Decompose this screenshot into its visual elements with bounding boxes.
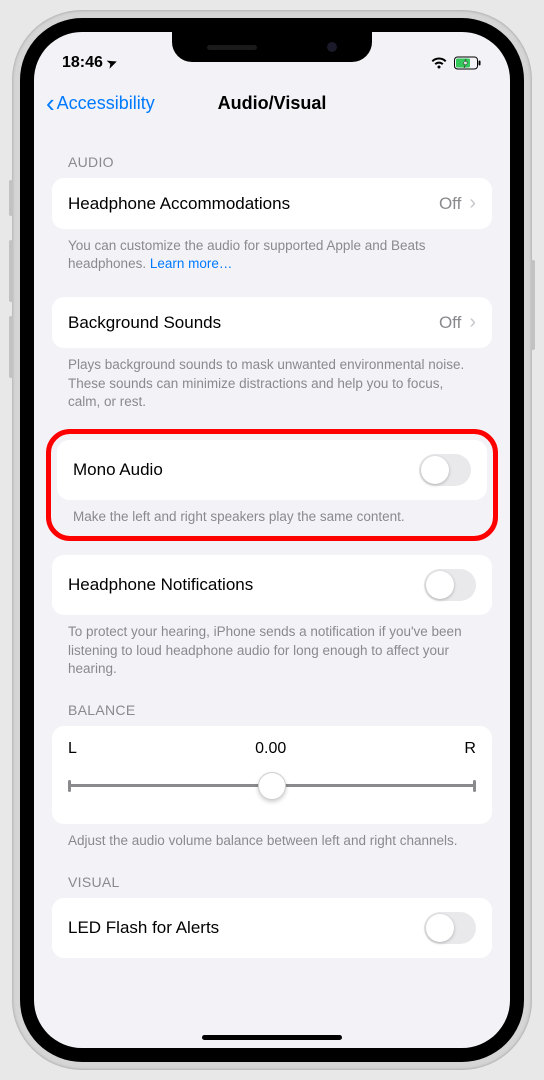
home-indicator[interactable] [202, 1035, 342, 1040]
content-scroll[interactable]: AUDIO Headphone Accommodations Off › You… [34, 130, 510, 1016]
cell-value: Off [439, 194, 461, 214]
volume-down-button [9, 316, 13, 378]
section-header-audio: AUDIO [52, 130, 492, 178]
wifi-icon [430, 56, 448, 70]
chevron-right-icon: › [469, 311, 476, 334]
section-header-visual: VISUAL [52, 850, 492, 898]
status-right [430, 56, 482, 70]
footer-background-sounds: Plays background sounds to mask unwanted… [52, 348, 492, 411]
status-time: 18:46 [62, 54, 103, 72]
row-headphone-accommodations[interactable]: Headphone Accommodations Off › [52, 178, 492, 229]
footer-headphone-notifications: To protect your hearing, iPhone sends a … [52, 615, 492, 678]
footer-balance: Adjust the audio volume balance between … [52, 824, 492, 850]
toggle-knob [426, 571, 454, 599]
toggle-knob [426, 914, 454, 942]
balance-left-label: L [68, 740, 77, 758]
status-left: 18:46 ➤ [62, 54, 117, 72]
cell-label: LED Flash for Alerts [68, 918, 219, 938]
nav-bar: ‹ Accessibility Audio/Visual [34, 80, 510, 130]
phone-frame: 18:46 ➤ [12, 10, 532, 1070]
cell-label: Background Sounds [68, 313, 221, 333]
silent-switch [9, 180, 13, 216]
footer-text-span: You can customize the audio for supporte… [68, 238, 426, 271]
chevron-right-icon: › [469, 192, 476, 215]
chevron-left-icon: ‹ [46, 90, 55, 116]
volume-up-button [9, 240, 13, 302]
toggle-knob [421, 456, 449, 484]
balance-labels: L 0.00 R [68, 740, 476, 758]
front-camera [327, 42, 337, 52]
screen: 18:46 ➤ [34, 32, 510, 1048]
back-label: Accessibility [57, 93, 155, 114]
slider-tick-left [68, 780, 71, 792]
balance-right-label: R [464, 740, 476, 758]
footer-mono-audio: Make the left and right speakers play th… [57, 500, 487, 530]
speaker-grille [207, 45, 257, 50]
location-services-icon: ➤ [105, 55, 119, 72]
learn-more-link[interactable]: Learn more… [150, 256, 233, 271]
cell-label: Mono Audio [73, 460, 163, 480]
slider-knob[interactable] [258, 772, 286, 800]
balance-value: 0.00 [255, 740, 286, 758]
section-header-balance: BALANCE [52, 678, 492, 726]
notch [172, 32, 372, 62]
row-headphone-notifications[interactable]: Headphone Notifications [52, 555, 492, 615]
balance-cell: L 0.00 R [52, 726, 492, 824]
footer-headphone-accommodations: You can customize the audio for supporte… [52, 229, 492, 273]
back-button[interactable]: ‹ Accessibility [46, 90, 155, 116]
led-flash-toggle[interactable] [424, 912, 476, 944]
cell-trailing: Off › [439, 192, 476, 215]
battery-charging-icon [454, 56, 482, 70]
phone-bezel: 18:46 ➤ [20, 18, 524, 1062]
cell-label: Headphone Notifications [68, 575, 253, 595]
slider-tick-right [473, 780, 476, 792]
cell-trailing: Off › [439, 311, 476, 334]
row-mono-audio[interactable]: Mono Audio [57, 440, 487, 500]
balance-slider[interactable] [68, 772, 476, 800]
page-title: Audio/Visual [218, 93, 327, 114]
side-button [531, 260, 535, 350]
row-led-flash[interactable]: LED Flash for Alerts [52, 898, 492, 958]
cell-value: Off [439, 313, 461, 333]
headphone-notifications-toggle[interactable] [424, 569, 476, 601]
row-background-sounds[interactable]: Background Sounds Off › [52, 297, 492, 348]
mono-audio-toggle[interactable] [419, 454, 471, 486]
cell-label: Headphone Accommodations [68, 194, 290, 214]
highlight-annotation: Mono Audio Make the left and right speak… [46, 429, 498, 541]
